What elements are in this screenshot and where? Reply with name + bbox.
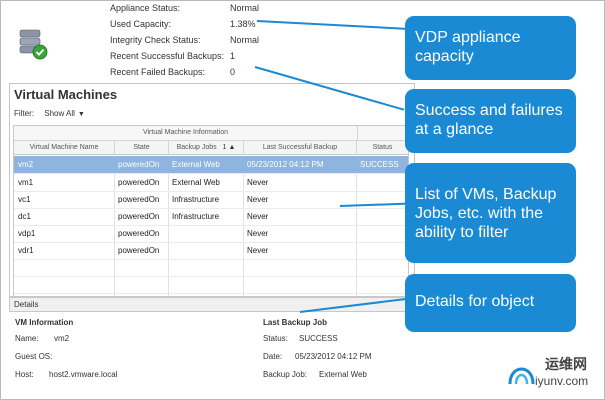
vm-status: SUCCESS	[360, 160, 399, 169]
table-row-empty	[14, 259, 408, 277]
recent-failed-label: Recent Failed Backups:	[110, 67, 206, 77]
panel-title: Virtual Machines	[14, 87, 118, 102]
vm-info-title: VM Information	[15, 318, 74, 327]
integrity-check-value: Normal	[230, 35, 260, 45]
vm-state: poweredOn	[118, 195, 160, 204]
vm-state: poweredOn	[118, 160, 160, 169]
filter-dropdown[interactable]: Show All ▼	[44, 109, 85, 118]
virtual-machines-panel: Virtual Machines Filter: Show All ▼ Virtu…	[9, 83, 415, 297]
col-header-last-backup-label: Last Successful Backup	[262, 144, 338, 151]
vm-last-backup: Never	[247, 178, 269, 187]
recent-failed-value: 0	[230, 67, 236, 77]
col-header-name[interactable]: Virtual Machine Name	[14, 141, 115, 155]
table-row[interactable]: vm2 poweredOn External Web 05/23/2012 04…	[14, 156, 408, 174]
integrity-check-label: Integrity Check Status:	[110, 35, 201, 45]
vm-backup-job: External Web	[172, 160, 220, 169]
vm-backup-job: Infrastructure	[172, 195, 220, 204]
appliance-status-label: Appliance Status:	[110, 3, 181, 13]
col-header-status-label: Status	[372, 144, 393, 151]
vm-name: vdr1	[18, 246, 34, 255]
guest-os-label: Guest OS:	[15, 352, 53, 361]
vm-state: poweredOn	[118, 246, 160, 255]
vm-last-backup: Never	[247, 195, 269, 204]
last-backup-job-title: Last Backup Job	[263, 318, 328, 327]
vm-name: vm2	[18, 160, 34, 169]
watermark-line1: 运维网	[545, 356, 587, 372]
vm-last-backup: Never	[247, 212, 269, 221]
vm-backup-job: External Web	[172, 178, 220, 187]
appliance-db-check-icon	[18, 28, 48, 60]
chevron-down-icon: ▼	[77, 111, 85, 118]
recent-successful-label: Recent Successful Backups:	[110, 51, 225, 61]
callout-appliance-capacity: VDP appliance capacity	[405, 16, 576, 80]
callout-details: Details for object	[405, 274, 576, 332]
host-label: Host:	[15, 370, 34, 379]
used-capacity-value: 1.38%	[230, 19, 256, 29]
filter-bar: Filter: Show All ▼	[14, 109, 85, 118]
callout-vm-list: List of VMs, Backup Jobs, etc. with the …	[405, 163, 576, 263]
used-capacity-label: Used Capacity:	[110, 19, 172, 29]
details-panel: VM Information Name: vm2 Guest OS: Host:…	[9, 312, 409, 392]
table-row[interactable]: vdp1 poweredOn Never	[14, 225, 408, 243]
table-row[interactable]: vm1 poweredOn External Web Never	[14, 174, 408, 192]
date-value: 05/23/2012 04:12 PM	[295, 352, 372, 361]
table-row[interactable]: dc1 poweredOn Infrastructure Never	[14, 208, 408, 226]
col-header-backup-jobs[interactable]: Backup Jobs 1 ▲	[169, 141, 244, 155]
col-header-name-label: Virtual Machine Name	[29, 144, 99, 151]
vm-backup-job: Infrastructure	[172, 212, 220, 221]
name-value: vm2	[54, 334, 70, 343]
name-label: Name:	[15, 334, 39, 343]
filter-label: Filter:	[14, 109, 34, 118]
vm-state: poweredOn	[118, 178, 160, 187]
watermark-logo-icon	[508, 367, 535, 385]
appliance-status-value: Normal	[230, 3, 260, 13]
vm-name: vdp1	[18, 229, 36, 238]
group-header-spacer	[358, 126, 408, 141]
col-header-state[interactable]: State	[115, 141, 169, 155]
col-header-backup-jobs-label: Backup Jobs	[176, 144, 217, 151]
col-header-status[interactable]: Status	[357, 141, 408, 155]
vm-state: poweredOn	[118, 229, 160, 238]
vm-last-backup: Never	[247, 229, 269, 238]
status-value: SUCCESS	[299, 334, 338, 343]
col-header-state-label: State	[133, 144, 150, 151]
watermark: 运维网 iyunv.com	[505, 352, 600, 396]
vm-name: vc1	[18, 195, 31, 204]
filter-value: Show All	[44, 109, 75, 118]
callout-success-failures: Success and failures at a glance	[405, 89, 576, 153]
col-header-last-backup[interactable]: Last Successful Backup	[244, 141, 357, 155]
vm-last-backup: 05/23/2012 04:12 PM	[247, 160, 324, 169]
group-header: Virtual Machine Information	[14, 126, 358, 141]
vm-table: Virtual Machine Information Virtual Mach…	[13, 125, 409, 297]
vm-name: vm1	[18, 178, 34, 187]
vm-state: poweredOn	[118, 212, 160, 221]
status-label: Status:	[263, 334, 288, 343]
table-row-empty	[14, 276, 408, 294]
sort-ascending-icon: 1 ▲	[222, 144, 236, 151]
backup-job-value: External Web	[319, 370, 367, 379]
vm-name: dc1	[18, 212, 31, 221]
recent-successful-value: 1	[230, 51, 236, 61]
watermark-line2: iyunv.com	[535, 374, 589, 388]
backup-job-label: Backup Job:	[263, 370, 308, 379]
table-row[interactable]: vdr1 poweredOn Never	[14, 242, 408, 260]
vm-last-backup: Never	[247, 246, 269, 255]
date-label: Date:	[263, 352, 283, 361]
host-value: host2.vmware.local	[49, 370, 118, 379]
